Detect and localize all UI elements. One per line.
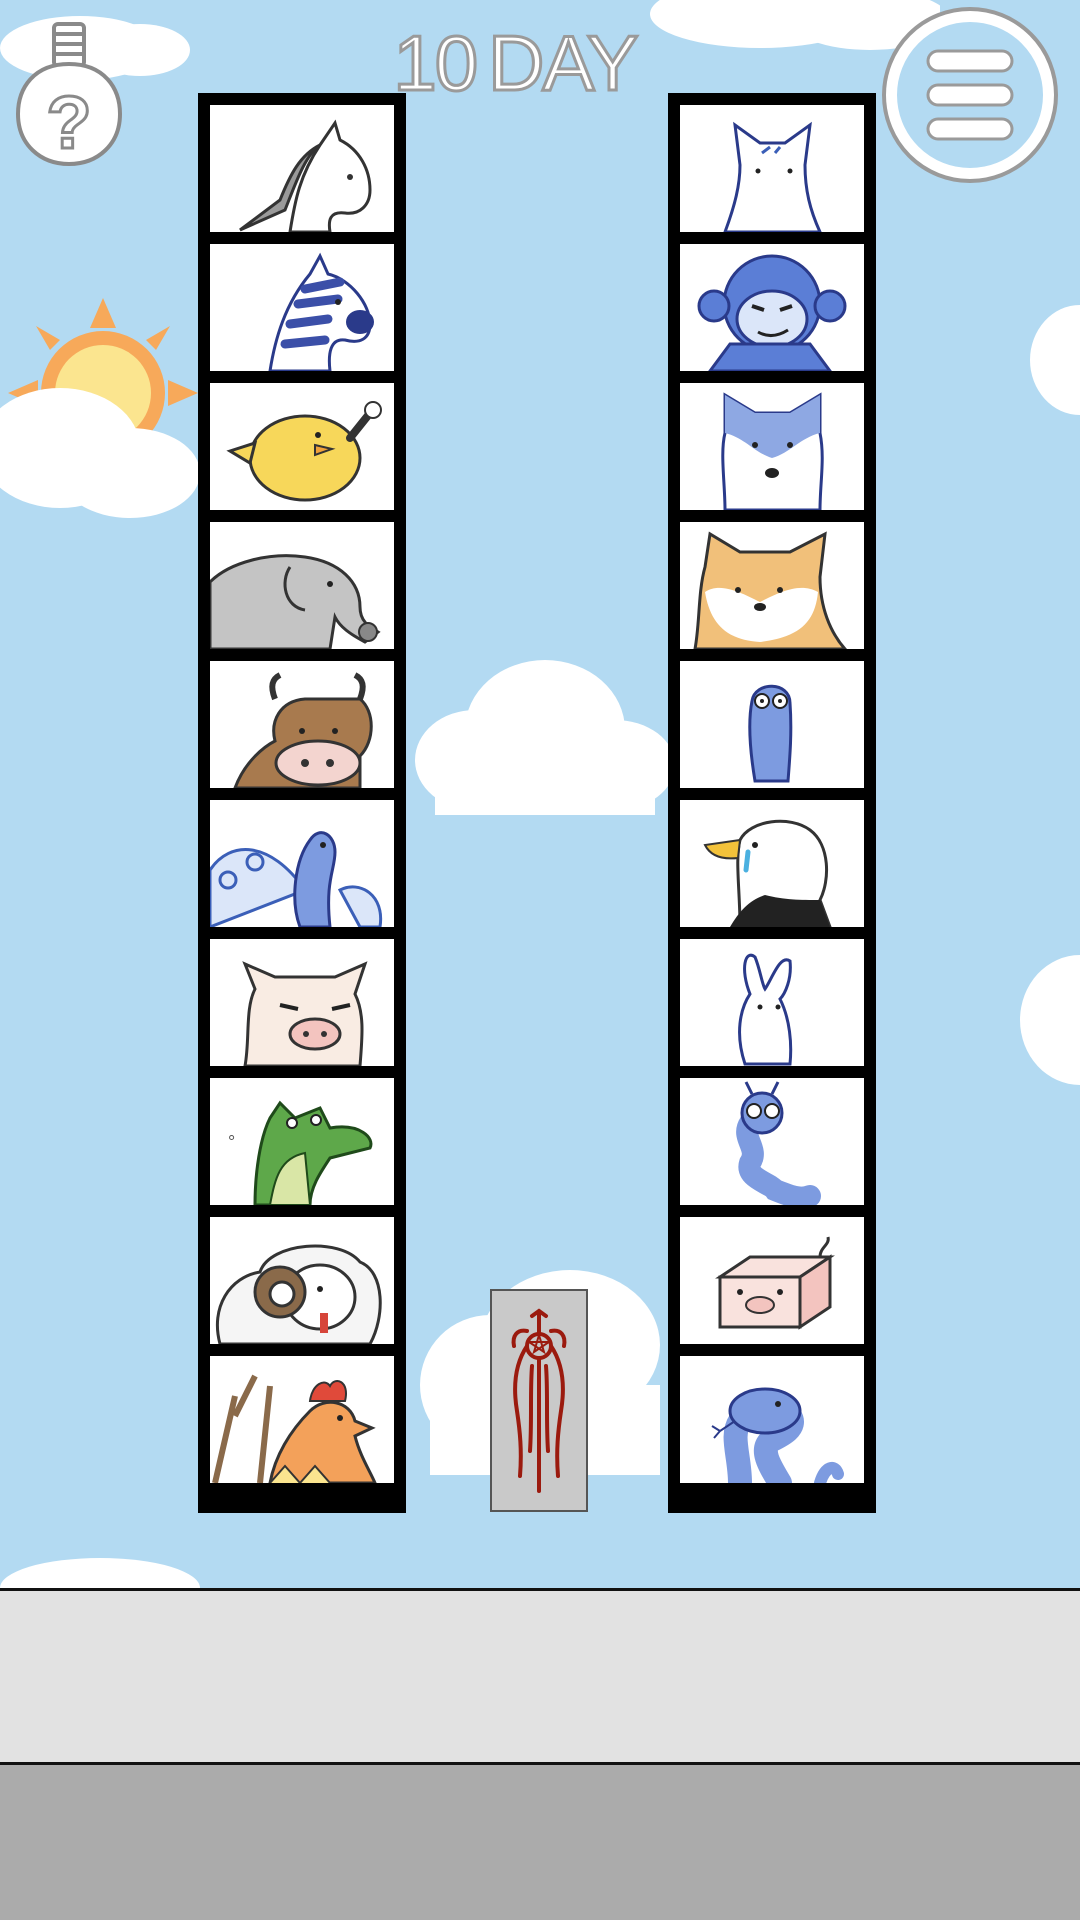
cell-zebra[interactable] — [210, 244, 394, 371]
eagle-icon — [703, 819, 832, 927]
cell-blue-creature[interactable] — [680, 661, 864, 788]
cow-icon — [233, 672, 373, 788]
cloud — [1020, 955, 1080, 1085]
lightbulb-question-icon: ? — [15, 22, 123, 167]
snake-icon — [711, 1387, 844, 1483]
svg-text:?: ? — [46, 81, 91, 164]
horse-icon — [239, 119, 372, 232]
cell-rooster[interactable] — [210, 1356, 394, 1483]
cloud — [1030, 305, 1080, 415]
pig-icon — [242, 961, 368, 1066]
elephant-icon — [210, 554, 381, 649]
peacock-icon — [210, 831, 383, 927]
rabbit-icon — [738, 953, 793, 1066]
shiba-icon — [693, 531, 847, 649]
inventory-panel[interactable] — [0, 1588, 1080, 1765]
hint-button[interactable]: ? — [14, 18, 124, 168]
husky-icon — [721, 392, 824, 510]
cell-chick[interactable] — [210, 383, 394, 510]
cell-cow[interactable] — [210, 661, 394, 788]
chick-icon — [226, 401, 382, 502]
cell-snake[interactable] — [680, 1356, 864, 1483]
cell-pig[interactable] — [210, 939, 394, 1066]
red-sigil-icon — [511, 1308, 567, 1493]
cell-box-pig[interactable] — [680, 1217, 864, 1344]
monkey-icon — [697, 254, 847, 371]
blue-creature-icon — [748, 684, 793, 783]
bottom-bar — [0, 1765, 1080, 1920]
cell-cat[interactable] — [680, 105, 864, 232]
cat-icon — [723, 121, 822, 232]
cell-shiba[interactable] — [680, 522, 864, 649]
sheep-icon — [215, 1244, 382, 1344]
svg-text:°: ° — [228, 1132, 235, 1152]
cloud — [0, 388, 200, 518]
cell-sheep[interactable] — [210, 1217, 394, 1344]
cell-crocodile[interactable]: ° — [210, 1078, 394, 1205]
right-animal-column — [668, 93, 876, 1513]
sigil-card[interactable] — [490, 1289, 588, 1512]
cell-monkey[interactable] — [680, 244, 864, 371]
caterpillar-icon — [736, 1081, 821, 1205]
cell-husky[interactable] — [680, 383, 864, 510]
zebra-icon — [268, 252, 374, 371]
crocodile-icon: ° — [228, 1100, 373, 1205]
box-pig-icon — [715, 1236, 835, 1330]
day-label: DAY — [487, 18, 641, 109]
left-animal-column: ° — [198, 93, 406, 1513]
cell-elephant[interactable] — [210, 522, 394, 649]
cell-caterpillar[interactable] — [680, 1078, 864, 1205]
rooster-icon — [212, 1374, 377, 1483]
menu-button[interactable] — [880, 5, 1060, 185]
cell-horse[interactable] — [210, 105, 394, 232]
cloud — [0, 1558, 200, 1588]
cloud — [415, 660, 675, 815]
cell-rabbit[interactable] — [680, 939, 864, 1066]
hamburger-menu-icon — [882, 7, 1058, 183]
cell-peacock[interactable] — [210, 800, 394, 927]
cell-eagle[interactable] — [680, 800, 864, 927]
